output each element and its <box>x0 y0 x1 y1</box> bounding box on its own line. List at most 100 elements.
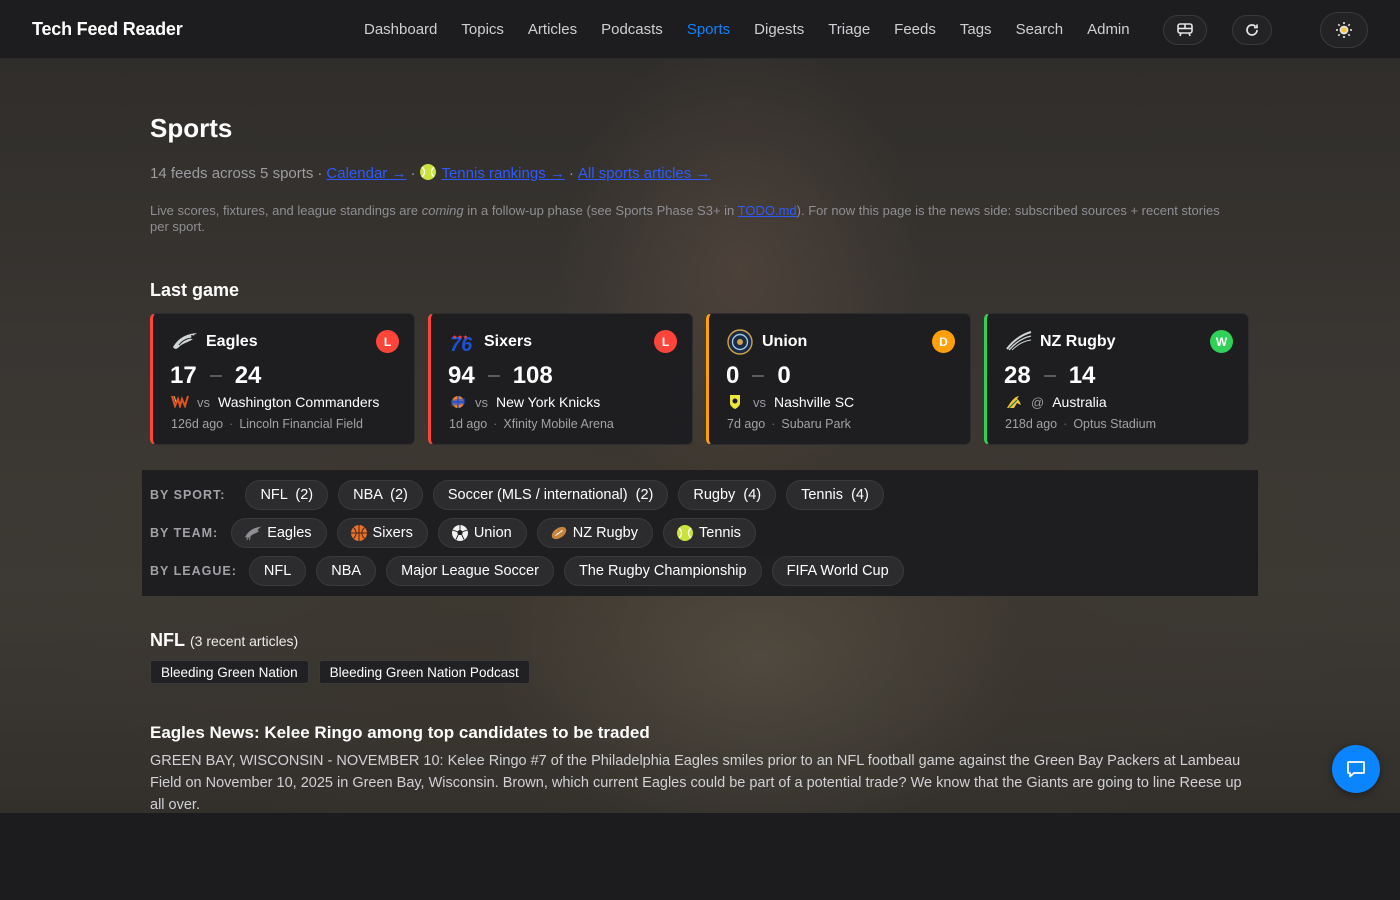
score: 17 24 <box>170 362 261 390</box>
result-badge: W <box>1210 330 1233 353</box>
nav-dashboard[interactable]: Dashboard <box>364 21 437 38</box>
result-badge: L <box>654 330 677 353</box>
filter-label-sport: BY SPORT: <box>150 488 226 502</box>
vs-label: vs <box>197 394 210 410</box>
eagles-logo-icon <box>171 329 197 355</box>
nav-topics[interactable]: Topics <box>461 21 504 38</box>
opponent-name: Australia <box>1052 394 1107 410</box>
last-game-card-nz-rugby[interactable]: NZ Rugby W 28 14 @ Australia 218d ago · Opt… <box>984 313 1249 445</box>
union-logo-icon <box>727 329 753 355</box>
nav-articles[interactable]: Articles <box>528 21 577 38</box>
score-against: 0 <box>777 362 791 389</box>
commanders-logo-icon <box>171 394 189 410</box>
result-badge: D <box>932 330 955 353</box>
vs-label: vs <box>475 394 488 410</box>
all-sports-articles-link[interactable]: All sports articles → <box>578 165 711 182</box>
venue: Lincoln Financial Field <box>239 417 363 431</box>
tennis-rankings-link[interactable]: Tennis rankings → <box>441 165 564 182</box>
note-text-2: in a follow-up phase (see Sports Phase S… <box>463 203 738 218</box>
sixers-logo-icon: 76 ★★★ <box>449 329 475 356</box>
chip-sport-tennis[interactable]: Tennis (4) <box>786 480 884 510</box>
nav-sports[interactable]: Sports <box>687 21 730 38</box>
last-game-card-eagles[interactable]: Eagles L 17 24 vs Washington Commanders 1… <box>150 313 415 445</box>
score-for: 94 <box>448 362 475 389</box>
chip-team-nz-rugby[interactable]: NZ Rugby <box>536 518 653 548</box>
chat-button[interactable] <box>1332 745 1380 793</box>
nav-feeds[interactable]: Feeds <box>894 21 936 38</box>
chip-team-tennis[interactable]: Tennis <box>663 518 756 548</box>
nav-podcasts[interactable]: Podcasts <box>601 21 663 38</box>
chip-label: Eagles <box>267 525 312 541</box>
article-summary: GREEN BAY, WISCONSIN - NOVEMBER 10: Kele… <box>150 753 1242 813</box>
filter-row-by-league: BY LEAGUE: NFL NBA Major League Soccer T… <box>150 556 914 586</box>
team-name: Union <box>762 333 808 350</box>
opponent-name: Nashville SC <box>774 394 855 410</box>
app-title[interactable]: Tech Feed Reader <box>32 19 183 40</box>
page-summary: 14 feeds across 5 sports · Calendar → · Tenn… <box>150 164 711 182</box>
svg-text:★★★: ★★★ <box>452 334 468 341</box>
nz-rugby-logo-icon <box>1005 329 1032 355</box>
filter-row-by-sport: BY SPORT: NFL (2) NBA (2) Soccer (MLS / … <box>150 480 894 510</box>
nfl-section-heading: NFL (3 recent articles) <box>150 630 298 651</box>
refresh-button[interactable] <box>1232 15 1272 45</box>
chip-label: NZ Rugby <box>572 525 638 541</box>
last-game-heading: Last game <box>150 280 240 300</box>
nfl-heading: NFL <box>150 630 185 650</box>
team-name: NZ Rugby <box>1040 333 1116 350</box>
page-title: Sports <box>150 113 233 143</box>
rugby-ball-icon <box>550 524 568 542</box>
opponent-name: Washington Commanders <box>218 394 380 410</box>
nav-triage[interactable]: Triage <box>828 21 870 38</box>
game-age: 1d ago <box>449 417 488 431</box>
nashville-sc-logo-icon <box>727 394 745 410</box>
filter-row-by-team: BY TEAM: Eagles Sixers Union NZ Rugby Te… <box>150 518 766 548</box>
game-meta: 7d ago · Subaru Park <box>727 417 851 431</box>
vs-label: @ <box>1031 394 1045 410</box>
chat-bubble-icon <box>1347 761 1365 778</box>
source-tag[interactable]: Bleeding Green Nation Podcast <box>318 660 530 684</box>
opponent-row: vs Nashville SC <box>727 394 854 410</box>
chip-league-nfl[interactable]: NFL <box>248 556 307 586</box>
chip-sport-nfl[interactable]: NFL (2) <box>245 480 329 510</box>
nav-tags[interactable]: Tags <box>960 21 992 38</box>
nav-digests[interactable]: Digests <box>754 21 804 38</box>
calendar-link[interactable]: Calendar → <box>326 165 406 182</box>
chip-league-mls[interactable]: Major League Soccer <box>386 556 554 586</box>
filter-label-league: BY LEAGUE: <box>150 564 237 578</box>
sun-icon <box>1336 22 1352 38</box>
wallabies-logo-icon <box>1005 394 1023 410</box>
game-meta: 1d ago · Xfinity Mobile Arena <box>449 417 614 431</box>
chip-sport-rugby[interactable]: Rugby (4) <box>678 480 777 510</box>
team-name: Sixers <box>484 333 533 350</box>
page-bottom-area <box>0 813 1400 900</box>
game-age: 126d ago <box>171 417 224 431</box>
chip-label: Union <box>473 525 512 541</box>
chip-league-nba[interactable]: NBA <box>316 556 377 586</box>
last-game-card-union[interactable]: Union D 0 0 vs Nashville SC 7d ago · Subaru… <box>706 313 971 445</box>
last-game-card-sixers[interactable]: 76 ★★★ Sixers L 94 108 vs New York Knicks … <box>428 313 693 445</box>
article-title[interactable]: Eagles News: Kelee Ringo among top candi… <box>150 723 650 743</box>
theme-toggle[interactable] <box>1320 12 1368 48</box>
score: 28 14 <box>1004 362 1095 390</box>
score-for: 28 <box>1004 362 1031 389</box>
nav-search[interactable]: Search <box>1016 21 1064 38</box>
source-tag[interactable]: Bleeding Green Nation <box>150 660 309 684</box>
game-age: 7d ago <box>727 417 766 431</box>
opponent-row: vs New York Knicks <box>449 394 600 410</box>
team-name: Eagles <box>206 333 258 350</box>
chip-team-union[interactable]: Union <box>437 518 527 548</box>
eagle-icon <box>244 524 262 542</box>
todo-link[interactable]: TODO.md <box>738 203 797 218</box>
nav-admin[interactable]: Admin <box>1087 21 1130 38</box>
score-for: 17 <box>170 362 197 389</box>
chip-league-rugby-championship[interactable]: The Rugby Championship <box>563 556 762 586</box>
chip-team-eagles[interactable]: Eagles <box>231 518 327 548</box>
transit-button[interactable] <box>1163 15 1207 45</box>
chip-sport-nba[interactable]: NBA (2) <box>338 480 423 510</box>
chip-team-sixers[interactable]: Sixers <box>336 518 428 548</box>
note-text-1: Live scores, fixtures, and league standi… <box>150 203 422 218</box>
chip-league-fifa-world-cup[interactable]: FIFA World Cup <box>771 556 904 586</box>
venue: Optus Stadium <box>1073 417 1156 431</box>
chip-sport-soccer[interactable]: Soccer (MLS / international) (2) <box>432 480 669 510</box>
score-for: 0 <box>726 362 740 389</box>
